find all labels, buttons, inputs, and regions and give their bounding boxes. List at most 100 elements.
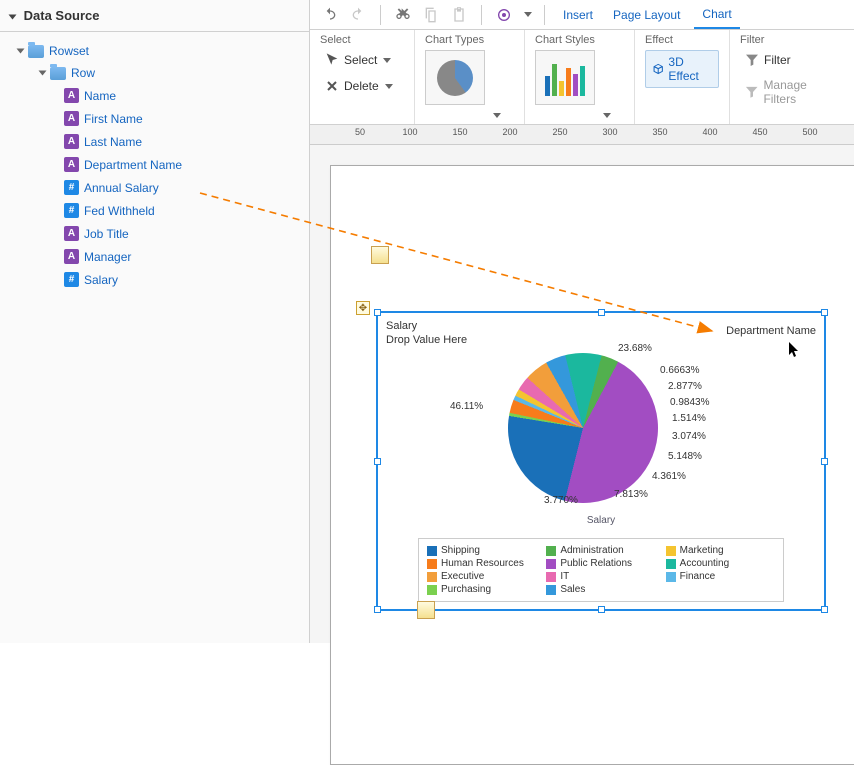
collapse-icon[interactable]: [9, 14, 17, 19]
resize-handle[interactable]: [374, 309, 381, 316]
move-handle-icon[interactable]: ✥: [356, 301, 370, 315]
resize-handle[interactable]: [374, 606, 381, 613]
legend-item: Human Resources: [427, 558, 536, 569]
dropdown-icon[interactable]: [524, 12, 532, 17]
ribbon-group-effect: Effect 3D Effect: [635, 30, 730, 124]
slice-label: 5.148%: [668, 451, 702, 462]
slice-label: 23.68%: [618, 343, 652, 354]
tree-field[interactable]: #Fed Withheld: [6, 199, 303, 222]
editor-area: Insert Page Layout Chart Select Select D…: [310, 0, 854, 643]
folder-icon: [28, 45, 44, 58]
legend-label: Shipping: [441, 545, 480, 556]
resize-handle[interactable]: [598, 606, 605, 613]
dropdown-icon[interactable]: [493, 113, 501, 118]
resize-handle[interactable]: [598, 309, 605, 316]
redo-icon[interactable]: [348, 5, 368, 25]
select-button[interactable]: Select: [320, 50, 397, 70]
resize-handle[interactable]: [821, 606, 828, 613]
chart-style-preview[interactable]: [535, 50, 595, 105]
report-page[interactable]: Salary R ✥ Salary Drop Value Here Depart…: [330, 165, 854, 765]
resize-handle[interactable]: [821, 309, 828, 316]
cube-icon: [652, 62, 664, 76]
tab-chart[interactable]: Chart: [694, 1, 739, 29]
tab-insert[interactable]: Insert: [557, 8, 599, 22]
effect-3d-button[interactable]: 3D Effect: [645, 50, 719, 88]
field-chip-icon[interactable]: [417, 601, 435, 619]
legend-label: Finance: [680, 571, 716, 582]
effect-label: 3D Effect: [668, 55, 712, 83]
chart-series-label[interactable]: Department Name: [726, 325, 816, 337]
undo-icon[interactable]: [320, 5, 340, 25]
legend-swatch: [666, 559, 676, 569]
tree-node-rowset[interactable]: Rowset: [6, 40, 303, 62]
dropdown-icon[interactable]: [383, 58, 391, 63]
group-title: Effect: [645, 34, 719, 46]
tree-label: Rowset: [49, 44, 89, 58]
legend-item: Sales: [546, 584, 655, 595]
text-field-icon: A: [64, 111, 79, 126]
text-field-icon: A: [64, 88, 79, 103]
ruler-tick: 50: [355, 127, 365, 137]
tree-field[interactable]: AJob Title: [6, 222, 303, 245]
slice-label: 7.813%: [614, 489, 648, 500]
field-chip-icon[interactable]: [371, 246, 389, 264]
dropdown-icon[interactable]: [603, 113, 611, 118]
slice-label: 46.11%: [450, 401, 483, 412]
text-field-icon: A: [64, 249, 79, 264]
slice-label: 0.6663%: [660, 365, 699, 376]
chart-value-drop-zone[interactable]: Salary Drop Value Here: [386, 319, 467, 348]
paste-icon[interactable]: [449, 5, 469, 25]
legend-swatch: [666, 546, 676, 556]
slice-label: 0.9843%: [670, 397, 709, 408]
manage-filters-button[interactable]: Manage Filters: [740, 76, 844, 108]
text-field-icon: A: [64, 157, 79, 172]
dropdown-icon[interactable]: [385, 84, 393, 89]
tree-field[interactable]: AManager: [6, 245, 303, 268]
resize-handle[interactable]: [821, 458, 828, 465]
expand-icon[interactable]: [17, 49, 25, 54]
panel-title: Data Source: [24, 8, 100, 23]
group-title: Chart Types: [425, 34, 514, 46]
legend-swatch: [427, 559, 437, 569]
ruler-tick: 250: [552, 127, 567, 137]
ruler-tick: 300: [602, 127, 617, 137]
ribbon-group-chart-styles: Chart Styles: [525, 30, 635, 124]
ribbon-group-select: Select Select Delete: [310, 30, 415, 124]
tree-field[interactable]: #Annual Salary: [6, 176, 303, 199]
tab-page-layout[interactable]: Page Layout: [607, 8, 686, 22]
resize-handle[interactable]: [374, 458, 381, 465]
legend-item: Public Relations: [546, 558, 655, 569]
filter-button[interactable]: Filter: [740, 50, 844, 70]
delete-button[interactable]: Delete: [320, 76, 397, 96]
tree-field[interactable]: #Salary: [6, 268, 303, 291]
separator: [544, 5, 545, 25]
copy-icon[interactable]: [421, 5, 441, 25]
tree-field[interactable]: AFirst Name: [6, 107, 303, 130]
settings-icon[interactable]: [494, 5, 514, 25]
ruler-tick: 150: [452, 127, 467, 137]
group-title: Filter: [740, 34, 844, 46]
number-field-icon: #: [64, 272, 79, 287]
legend-label: Administration: [560, 545, 623, 556]
field-label: Department Name: [84, 158, 182, 172]
separator: [481, 5, 482, 25]
tree-field[interactable]: A Department Name: [6, 153, 303, 176]
design-canvas[interactable]: Salary R ✥ Salary Drop Value Here Depart…: [310, 145, 854, 643]
expand-icon[interactable]: [39, 71, 47, 76]
tree-field[interactable]: ALast Name: [6, 130, 303, 153]
chart-type-pie[interactable]: [425, 50, 485, 105]
chart-object[interactable]: Salary Drop Value Here Department Name 4…: [376, 311, 826, 611]
folder-icon: [50, 67, 66, 80]
legend-label: Public Relations: [560, 558, 632, 569]
text-field-icon: A: [64, 134, 79, 149]
tree-field[interactable]: AName: [6, 84, 303, 107]
cut-icon[interactable]: [393, 5, 413, 25]
tree-node-row[interactable]: Row: [6, 62, 303, 84]
ruler-tick: 450: [752, 127, 767, 137]
delete-label: Delete: [344, 79, 379, 93]
field-label: Job Title: [84, 227, 129, 241]
pie-chart: [508, 353, 658, 503]
legend-swatch: [666, 572, 676, 582]
ruler-tick: 350: [652, 127, 667, 137]
legend-label: Sales: [560, 584, 585, 595]
